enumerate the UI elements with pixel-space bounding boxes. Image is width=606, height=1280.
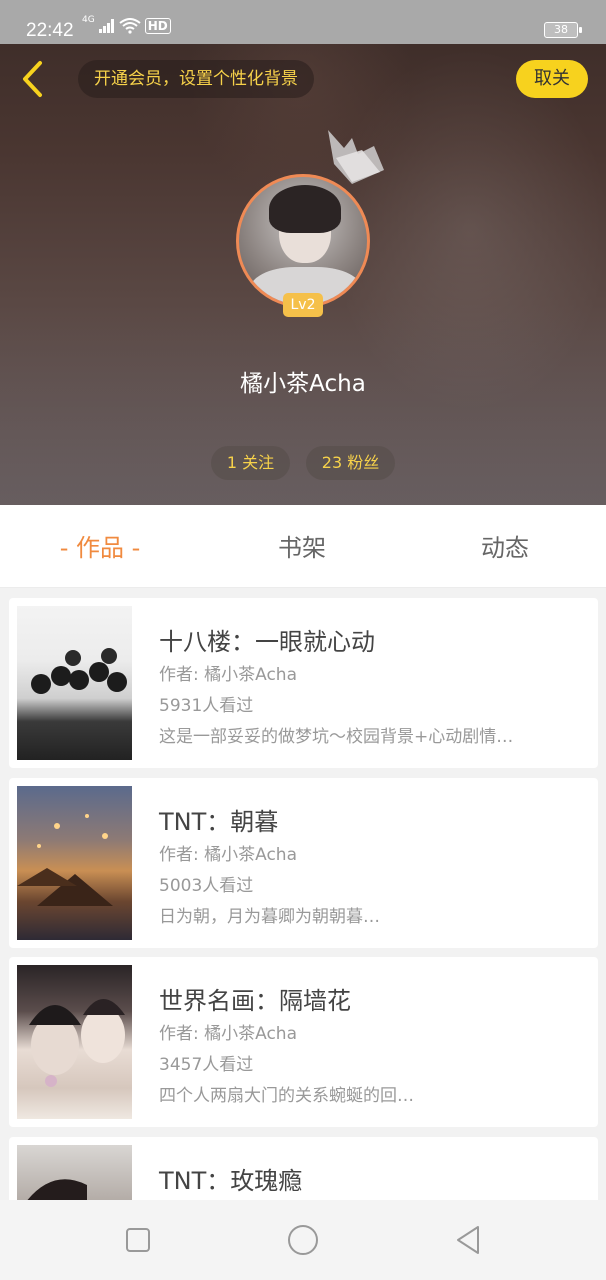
fans-count[interactable]: 23 粉丝	[306, 446, 395, 480]
work-author: 作者: 橘小茶Acha	[159, 665, 298, 685]
recent-apps-icon[interactable]	[120, 1222, 156, 1258]
profile-tabs: - 作品 - 书架 动态	[0, 505, 606, 588]
work-author: 作者: 橘小茶Acha	[159, 845, 298, 865]
works-list: 十八楼：一眼就心动 作者: 橘小茶Acha 5931人看过 这是一部妥妥的做梦坑…	[0, 588, 606, 1200]
work-views: 5931人看过	[159, 696, 254, 716]
work-title: TNT：玫瑰瘾	[159, 1167, 303, 1195]
work-title: 世界名画：隔墙花	[159, 987, 351, 1015]
work-cover-image	[17, 786, 132, 940]
chevron-left-icon	[23, 61, 42, 97]
work-description: 四个人两扇大门的关系蜿蜒的回…	[159, 1086, 414, 1106]
work-card[interactable]: 世界名画：隔墙花 作者: 橘小茶Acha 3457人看过 四个人两扇大门的关系蜿…	[9, 957, 598, 1127]
avatar[interactable]	[236, 174, 370, 308]
work-description: 日为朝，月为暮卿为朝朝暮…	[159, 907, 380, 927]
work-cover-image	[17, 1145, 132, 1200]
unfollow-button[interactable]: 取关	[516, 60, 588, 98]
level-badge: Lv2	[283, 293, 323, 317]
status-bar: 22:42 4G HD 38	[0, 0, 606, 44]
network-label: 4G	[82, 15, 95, 25]
work-views: 3457人看过	[159, 1055, 254, 1075]
work-cover-image	[17, 965, 132, 1119]
work-card[interactable]: TNT：玫瑰瘾	[9, 1137, 598, 1200]
crown-icon	[328, 130, 384, 184]
status-icons: 4G HD	[82, 15, 171, 34]
avatar-image	[236, 174, 370, 308]
vip-background-banner[interactable]: 开通会员，设置个性化背景	[78, 60, 314, 98]
work-cover-image	[17, 606, 132, 760]
username: 橘小茶Acha	[240, 371, 366, 397]
work-description: 这是一部妥妥的做梦坑～校园背景+心动剧情…	[159, 727, 514, 747]
signal-icon	[98, 19, 114, 33]
battery-indicator: 38	[544, 22, 582, 38]
profile-screen: 22:42 4G HD 38 开通会员，设置个性化背景 取关 Lv2 橘小茶Ac…	[0, 0, 606, 1280]
back-button[interactable]	[14, 58, 54, 98]
system-nav-bar	[0, 1200, 606, 1280]
following-count[interactable]: 1 关注	[211, 446, 290, 480]
work-title: 十八楼：一眼就心动	[159, 628, 375, 656]
tab-works[interactable]: - 作品 -	[30, 505, 170, 588]
status-time: 22:42	[26, 20, 74, 41]
work-card[interactable]: 十八楼：一眼就心动 作者: 橘小茶Acha 5931人看过 这是一部妥妥的做梦坑…	[9, 598, 598, 768]
work-card[interactable]: TNT：朝暮 作者: 橘小茶Acha 5003人看过 日为朝，月为暮卿为朝朝暮…	[9, 778, 598, 948]
work-views: 5003人看过	[159, 876, 254, 896]
tab-activity[interactable]: 动态	[435, 505, 575, 588]
wifi-icon	[119, 18, 141, 34]
tab-bookshelf[interactable]: 书架	[232, 505, 372, 588]
home-icon[interactable]	[285, 1222, 321, 1258]
hd-label: HD	[144, 18, 171, 34]
back-triangle-icon[interactable]	[450, 1222, 486, 1258]
work-author: 作者: 橘小茶Acha	[159, 1024, 298, 1044]
work-title: TNT：朝暮	[159, 808, 279, 836]
